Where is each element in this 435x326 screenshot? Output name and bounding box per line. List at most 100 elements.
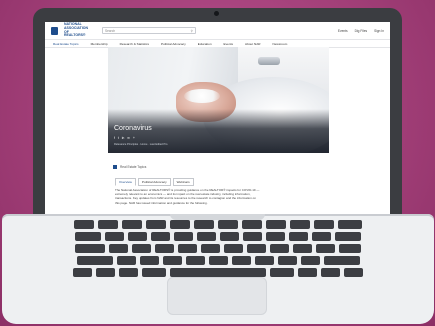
key[interactable] xyxy=(289,232,308,241)
key[interactable] xyxy=(243,232,262,241)
nav-membership[interactable]: Membership xyxy=(91,42,108,46)
key[interactable] xyxy=(254,256,274,265)
key[interactable] xyxy=(194,220,214,229)
nav-newsroom[interactable]: Newsroom xyxy=(273,42,288,46)
email-icon[interactable]: ✉ xyxy=(127,136,130,140)
key[interactable] xyxy=(270,244,289,253)
key[interactable] xyxy=(231,256,251,265)
nar-logo-icon[interactable] xyxy=(51,26,58,35)
tab-webinars[interactable]: Webinars xyxy=(172,178,194,186)
key[interactable] xyxy=(116,256,136,265)
key[interactable] xyxy=(197,232,216,241)
key[interactable] xyxy=(162,256,182,265)
search-input[interactable]: Search ⚲ xyxy=(102,27,196,34)
keyboard-row xyxy=(48,244,388,253)
key[interactable] xyxy=(314,220,334,229)
key[interactable] xyxy=(338,220,362,229)
nav-political-advocacy[interactable]: Political Advocacy xyxy=(161,42,186,46)
hero-meta: Relevance Principles · Home · Last Edite… xyxy=(114,143,168,146)
key[interactable] xyxy=(98,220,118,229)
key[interactable] xyxy=(298,268,317,277)
trackpad[interactable] xyxy=(167,277,267,315)
key[interactable] xyxy=(270,268,294,277)
page-title: Coronavirus xyxy=(114,125,152,132)
key[interactable] xyxy=(185,256,205,265)
breadcrumb-link[interactable]: Real Estate Topics xyxy=(120,165,146,169)
key[interactable] xyxy=(96,268,115,277)
top-link-sign-in[interactable]: Sign In xyxy=(374,29,384,33)
key[interactable] xyxy=(344,268,363,277)
key[interactable] xyxy=(208,256,228,265)
keyboard xyxy=(48,220,388,280)
key[interactable] xyxy=(323,256,360,265)
key[interactable] xyxy=(218,220,238,229)
tab-overview[interactable]: Overview xyxy=(115,178,136,186)
social-share-bar: f t in ✉ + xyxy=(114,136,135,140)
key[interactable] xyxy=(75,244,105,253)
spacebar[interactable] xyxy=(170,268,266,277)
key[interactable] xyxy=(146,220,166,229)
nav-events[interactable]: Events xyxy=(224,42,233,46)
nav-research[interactable]: Research & Statistics xyxy=(120,42,149,46)
key[interactable] xyxy=(76,256,113,265)
key[interactable] xyxy=(122,220,142,229)
key[interactable] xyxy=(335,232,361,241)
key[interactable] xyxy=(201,244,220,253)
key[interactable] xyxy=(105,232,124,241)
key[interactable] xyxy=(178,244,197,253)
key[interactable] xyxy=(119,268,138,277)
key[interactable] xyxy=(300,256,320,265)
key[interactable] xyxy=(174,232,193,241)
key[interactable] xyxy=(132,244,151,253)
top-link-events[interactable]: Events xyxy=(338,29,348,33)
key[interactable] xyxy=(128,232,147,241)
article-line: this page. NAR has issued information an… xyxy=(115,200,208,205)
hero-faucet xyxy=(258,57,280,65)
facebook-icon[interactable]: f xyxy=(114,136,115,140)
key[interactable] xyxy=(109,244,128,253)
key[interactable] xyxy=(266,232,285,241)
key[interactable] xyxy=(151,232,170,241)
nav-education[interactable]: Education xyxy=(198,42,212,46)
search-icon[interactable]: ⚲ xyxy=(191,29,193,33)
keyboard-row xyxy=(48,256,388,265)
key[interactable] xyxy=(290,220,310,229)
keyboard-row xyxy=(48,232,388,241)
key[interactable] xyxy=(74,220,94,229)
key[interactable] xyxy=(139,256,159,265)
hero-soap-foam xyxy=(184,89,220,103)
site-logo-text[interactable]: NATIONAL ASSOCIATION OF REALTORS® xyxy=(64,22,92,38)
laptop-lid: NATIONAL ASSOCIATION OF REALTORS® Search… xyxy=(33,8,402,220)
nav-about[interactable]: About NAR xyxy=(245,42,260,46)
twitter-icon[interactable]: t xyxy=(118,136,119,140)
keyboard-row xyxy=(48,268,388,277)
tab-political-advocacy[interactable]: Political Advocacy xyxy=(137,178,171,186)
key[interactable] xyxy=(73,268,92,277)
key[interactable] xyxy=(321,268,340,277)
key[interactable] xyxy=(224,244,243,253)
search-placeholder: Search xyxy=(105,28,116,33)
top-link-dig-files[interactable]: Dig Files xyxy=(355,29,367,33)
more-share-icon[interactable]: + xyxy=(133,136,135,140)
key[interactable] xyxy=(155,244,174,253)
logo-line-3: REALTORS® xyxy=(64,33,86,38)
key[interactable] xyxy=(170,220,190,229)
key[interactable] xyxy=(266,220,286,229)
key[interactable] xyxy=(339,244,361,253)
home-icon[interactable] xyxy=(113,165,117,169)
key[interactable] xyxy=(312,232,331,241)
key[interactable] xyxy=(277,256,297,265)
key[interactable] xyxy=(316,244,335,253)
nav-real-estate-topics[interactable]: Real Estate Topics xyxy=(53,42,79,46)
key[interactable] xyxy=(293,244,312,253)
key[interactable] xyxy=(242,220,262,229)
key[interactable] xyxy=(247,244,266,253)
key[interactable] xyxy=(142,268,166,277)
keyboard-row xyxy=(48,220,388,229)
content-tabs: Overview Political Advocacy Webinars xyxy=(115,178,194,186)
key[interactable] xyxy=(220,232,239,241)
site-header: NATIONAL ASSOCIATION OF REALTORS® Search… xyxy=(45,22,390,39)
linkedin-icon[interactable]: in xyxy=(122,136,124,140)
hero-image: Coronavirus f t in ✉ + Relevance Princip… xyxy=(108,47,329,153)
key[interactable] xyxy=(75,232,101,241)
